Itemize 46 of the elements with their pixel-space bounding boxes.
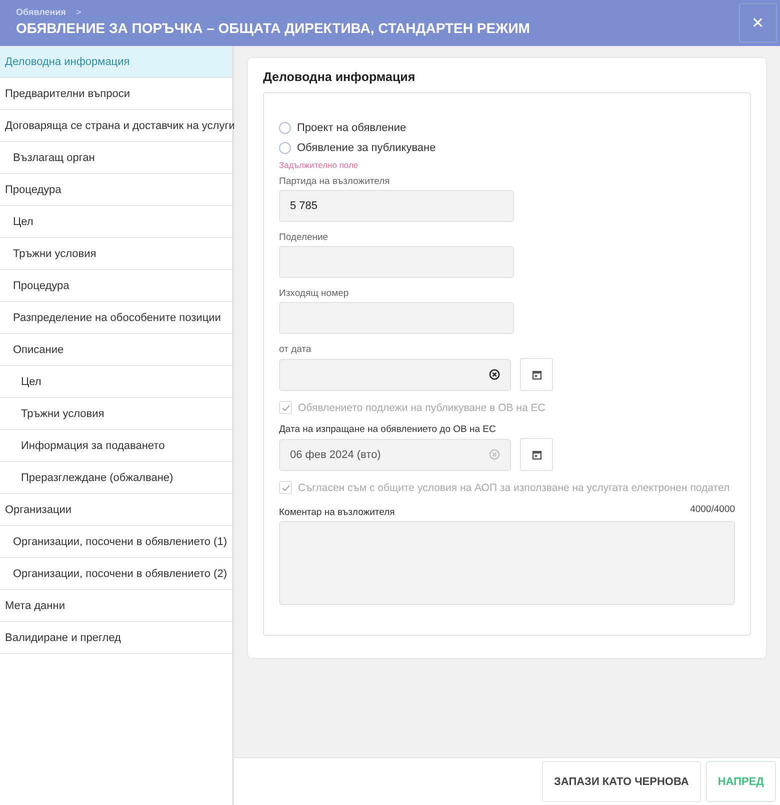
sidebar-item[interactable]: Тръжни условия — [0, 238, 232, 270]
sidebar-item[interactable]: Предварителни въпроси — [0, 78, 232, 110]
sidebar-item[interactable]: Възлагащ орган — [0, 142, 232, 174]
radio-button[interactable] — [279, 122, 291, 134]
sidebar-item[interactable]: Организации, посочени в обявлението (2) — [0, 558, 232, 590]
radio-label: Обявление за публикуване — [297, 142, 436, 154]
breadcrumb-separator: > — [76, 7, 82, 17]
sidebar-item[interactable]: Преразглеждане (обжалване) — [0, 462, 232, 494]
sidebar-item[interactable]: Разпределение на обособените позиции — [0, 302, 232, 334]
sidebar-item[interactable]: Тръжни условия — [0, 398, 232, 430]
sidebar-item[interactable]: Описание — [0, 334, 232, 366]
calendar-button[interactable] — [520, 438, 553, 471]
sidebar-item[interactable]: Цел — [0, 366, 232, 398]
date-field[interactable] — [279, 358, 511, 390]
field-label: от дата — [279, 344, 312, 355]
calendar-icon — [532, 450, 542, 460]
comment-textarea[interactable] — [279, 521, 735, 605]
field-label: Партида на възложителя — [279, 176, 391, 187]
sidebar-item[interactable]: Мета данни — [0, 590, 232, 622]
calendar-button[interactable] — [520, 358, 553, 391]
sidebar-item[interactable]: Договаряща се страна и доставчик на услуги — [0, 110, 232, 142]
sidebar-item[interactable]: Организации — [0, 494, 232, 526]
section-title: Деловодна информация — [263, 70, 416, 84]
sidebar-item[interactable]: Цел — [0, 206, 232, 238]
input-field[interactable]: 5 785 — [279, 190, 514, 222]
sidebar-item[interactable]: Валидиране и преглед — [0, 622, 232, 654]
input-field[interactable] — [279, 246, 514, 278]
save-draft-button[interactable]: ЗАПАЗИ КАТО ЧЕРНОВА — [542, 761, 701, 802]
field-label: Дата на изпращане на обявлението до ОВ на ЕС — [279, 424, 497, 435]
page-title: ОБЯВЛЕНИЕ ЗА ПОРЪЧКА – ОБЩАТА ДИРЕКТИВА, СТАНДАРТЕН РЕЖИМ — [16, 20, 530, 36]
sidebar-item[interactable]: Процедура — [0, 270, 232, 302]
field-label: Изходящ номер — [279, 288, 350, 299]
radio-button[interactable] — [279, 142, 291, 154]
sidebar-item[interactable]: Информация за подаването — [0, 430, 232, 462]
calendar-icon — [532, 370, 542, 380]
field-label: Коментар на възложителя — [279, 507, 395, 518]
clear-icon[interactable] — [489, 369, 500, 380]
character-counter: 4000/4000 — [690, 504, 735, 515]
checkbox-label: Обявлението подлежи на публикуване в ОВ на ЕС — [298, 402, 546, 414]
checkbox-label: Съгласен съм с общите условия на АОП за използване на услугата електронен подател — [298, 482, 730, 494]
input-field[interactable] — [279, 302, 514, 334]
sidebar-item[interactable]: Организации, посочени в обявлението (1) — [0, 526, 232, 558]
field-label: Поделение — [279, 232, 330, 243]
sidebar-item[interactable]: Процедура — [0, 174, 232, 206]
radio-label: Проект на обявление — [297, 122, 406, 134]
error-message: Задължително поле — [279, 160, 360, 170]
